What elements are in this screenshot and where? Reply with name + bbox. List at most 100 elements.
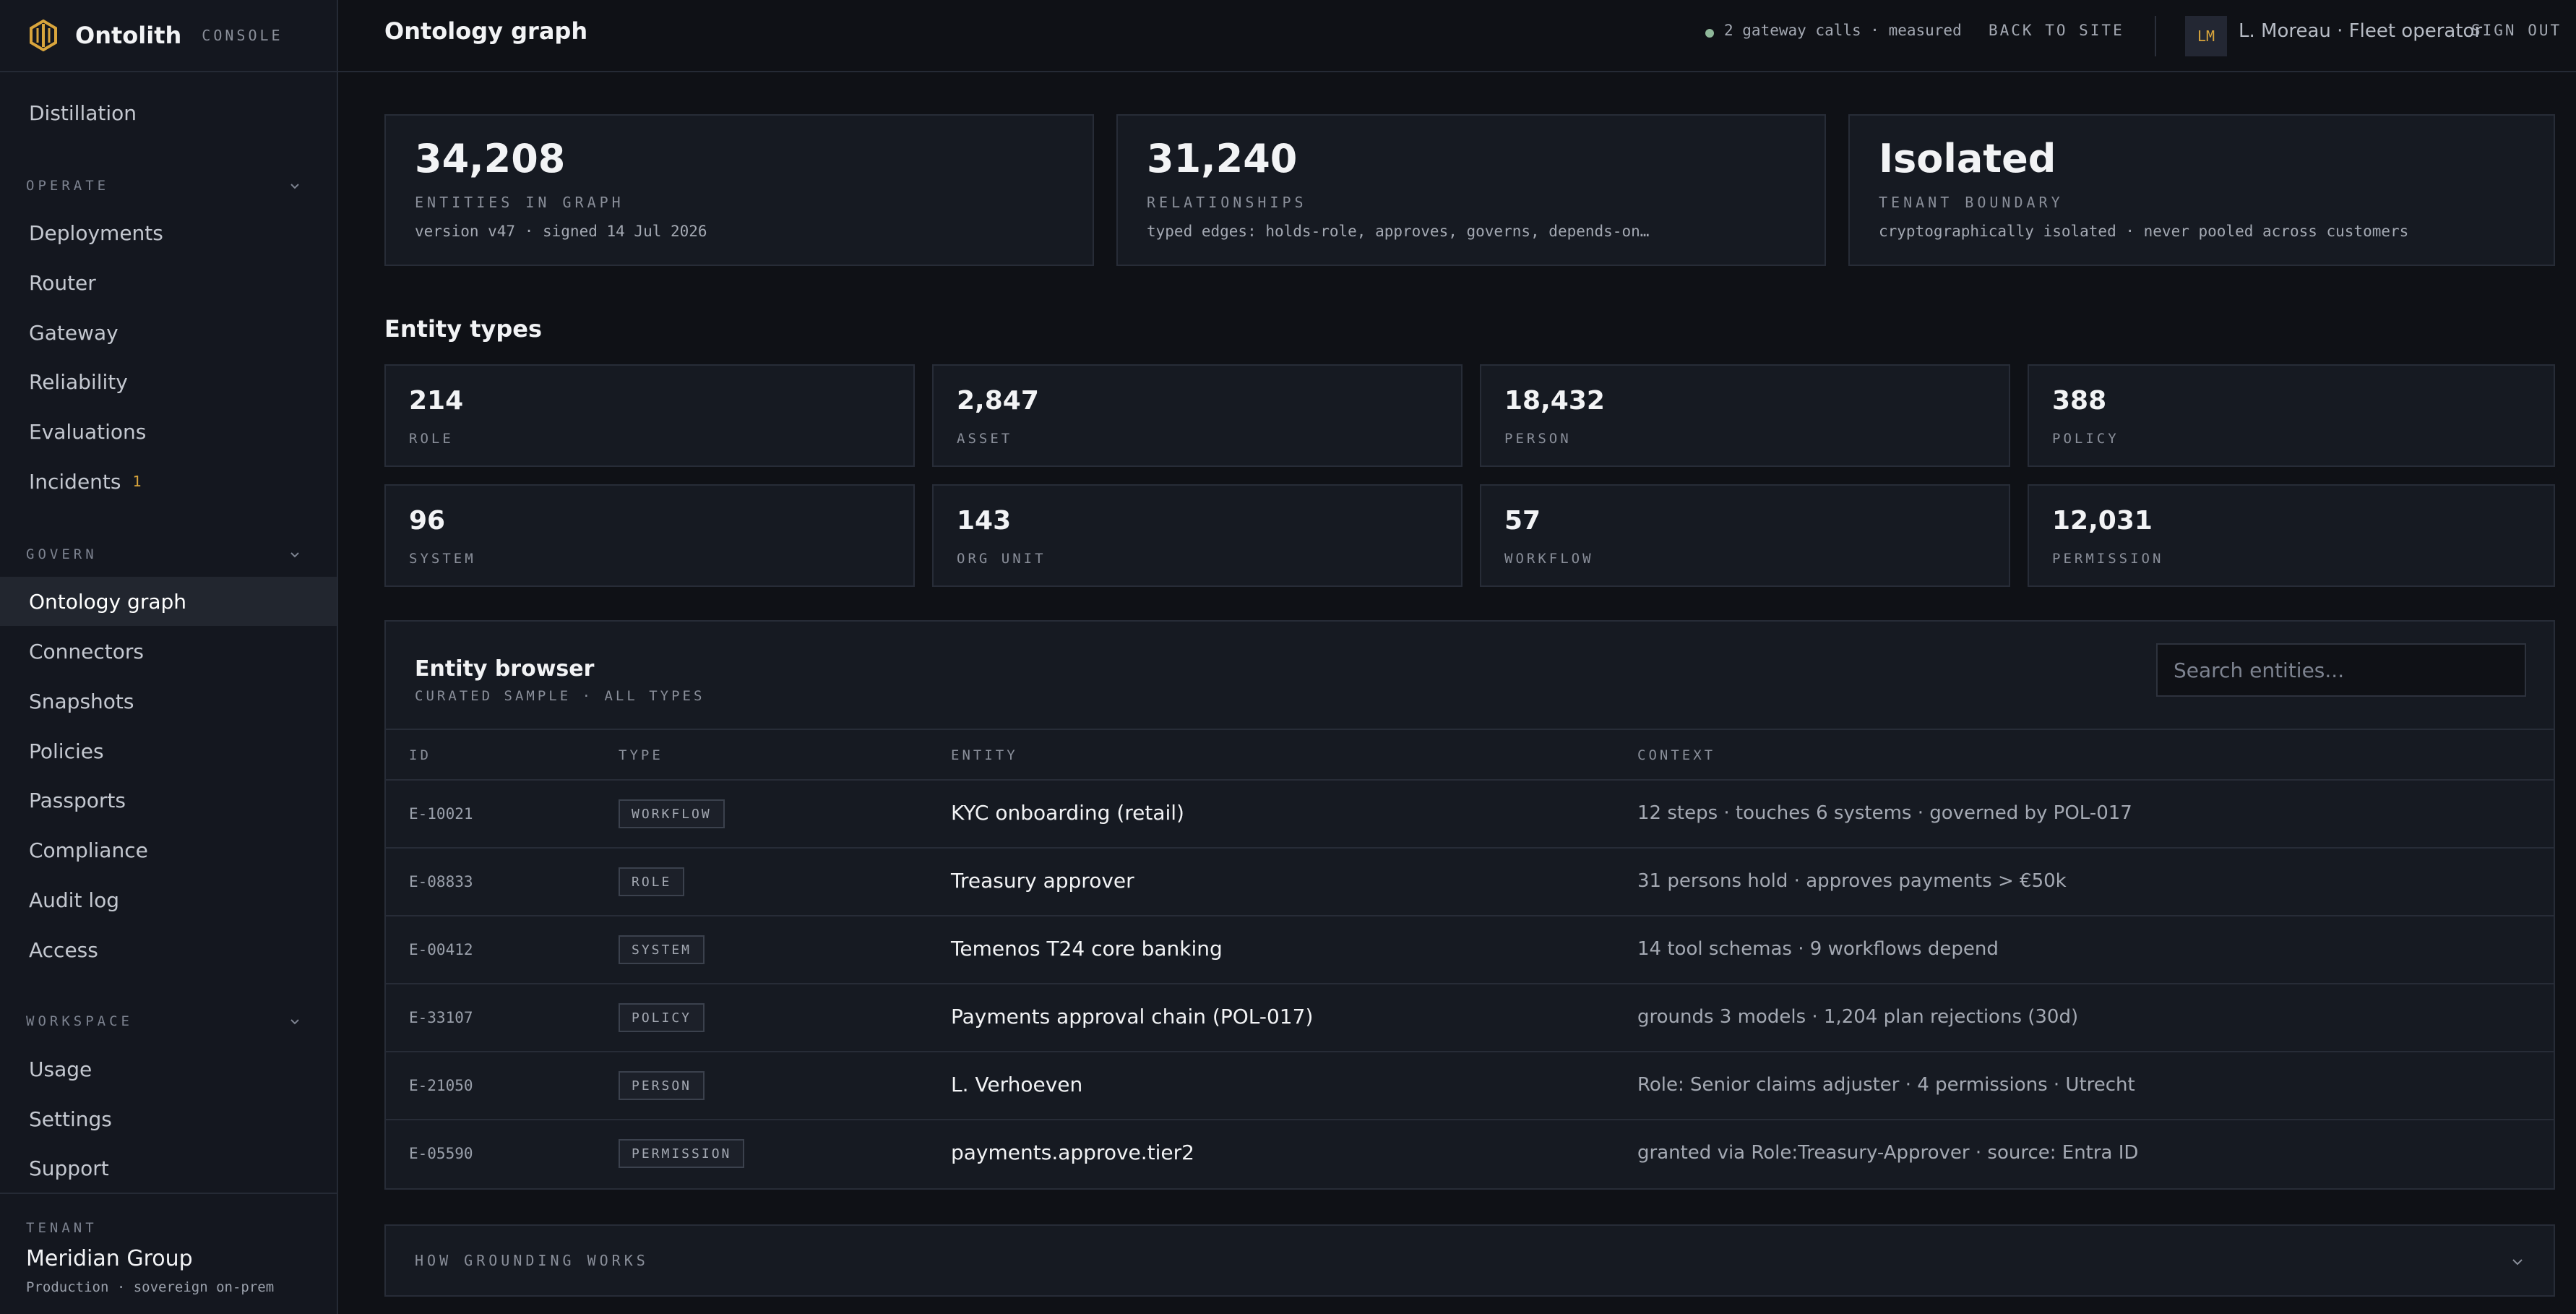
- entity-type-card-role[interactable]: 214 ROLE: [384, 364, 915, 467]
- back-to-site-link[interactable]: BACK TO SITE: [1989, 22, 2124, 39]
- entity-type-card-workflow[interactable]: 57 WORKFLOW: [1480, 484, 2010, 587]
- sidebar-item-label: Connectors: [29, 639, 145, 664]
- sidebar-item-usage[interactable]: Usage: [0, 1044, 337, 1094]
- column-header-id[interactable]: ID: [409, 747, 431, 763]
- entity-browser-subtitle: CURATED SAMPLE · ALL TYPES: [415, 688, 705, 704]
- tenant-switcher[interactable]: TENANT Meridian Group Production · sover…: [0, 1193, 337, 1314]
- entity-type-card-asset[interactable]: 2,847 ASSET: [932, 364, 1463, 467]
- sidebar-item-policies[interactable]: Policies: [0, 726, 337, 776]
- sidebar-item-incidents[interactable]: Incidents 1: [0, 457, 337, 506]
- sidebar-item-deployments[interactable]: Deployments: [0, 208, 337, 257]
- sidebar-item-connectors[interactable]: Connectors: [0, 627, 337, 676]
- table-row[interactable]: E-00412 SYSTEM Temenos T24 core banking …: [386, 916, 2554, 984]
- sidebar-item-label: Support: [29, 1156, 109, 1180]
- avatar[interactable]: LM: [2185, 16, 2227, 56]
- sidebar-item-ontology-graph[interactable]: Ontology graph: [0, 577, 337, 626]
- table-row[interactable]: E-10021 WORKFLOW KYC onboarding (retail)…: [386, 781, 2554, 849]
- sidebar-item-reliability[interactable]: Reliability: [0, 357, 337, 406]
- how-grounding-works-accordion[interactable]: HOW GROUNDING WORKS: [384, 1224, 2555, 1297]
- search-input[interactable]: [2156, 643, 2526, 697]
- sidebar-item-label: Deployments: [29, 220, 163, 245]
- stat-label: RELATIONSHIPS: [1147, 194, 1307, 211]
- sidebar-item-snapshots[interactable]: Snapshots: [0, 677, 337, 726]
- stat-label: TENANT BOUNDARY: [1879, 194, 2064, 211]
- column-header-context[interactable]: CONTEXT: [1637, 747, 1715, 763]
- chevron-down-icon: [290, 1019, 299, 1025]
- entity-id: E-08833: [409, 873, 473, 890]
- sidebar-item-support[interactable]: Support: [0, 1143, 337, 1193]
- entity-type-count: 12,031: [2052, 506, 2153, 536]
- sidebar-item-compliance[interactable]: Compliance: [0, 825, 337, 875]
- entity-type-name: ASSET: [957, 431, 1013, 447]
- entity-type-tag: PERMISSION: [619, 1139, 745, 1168]
- stat-card-tenant-boundary: Isolated TENANT BOUNDARY cryptographical…: [1848, 114, 2555, 266]
- sign-out-button[interactable]: SIGN OUT: [2471, 22, 2562, 39]
- entity-type-count: 143: [957, 506, 1012, 536]
- section-govern[interactable]: GOVERN: [26, 544, 301, 565]
- entity-id: E-33107: [409, 1009, 473, 1026]
- chevron-down-icon: [2512, 1259, 2523, 1266]
- table-row[interactable]: E-08833 ROLE Treasury approver 31 person…: [386, 849, 2554, 916]
- entity-type-tag: WORKFLOW: [619, 799, 725, 828]
- table-row[interactable]: E-33107 POLICY Payments approval chain (…: [386, 984, 2554, 1052]
- sidebar-item-audit-log[interactable]: Audit log: [0, 875, 337, 924]
- status-dot-icon: [1705, 29, 1714, 38]
- entity-name: L. Verhoeven: [951, 1073, 1083, 1096]
- entity-type-card-org-unit[interactable]: 143 ORG UNIT: [932, 484, 1463, 587]
- sidebar-item-passports[interactable]: Passports: [0, 776, 337, 825]
- sidebar-item-access[interactable]: Access: [0, 925, 337, 974]
- accordion-label: HOW GROUNDING WORKS: [415, 1252, 649, 1269]
- ontolith-logo-icon: [30, 20, 57, 51]
- sidebar-item-gateway[interactable]: Gateway: [0, 308, 337, 357]
- entity-id: E-10021: [409, 805, 473, 823]
- topbar: Ontology graph 2 gateway calls · measure…: [338, 0, 2576, 72]
- entity-type-name: ROLE: [409, 431, 454, 447]
- table-row[interactable]: E-05590 PERMISSION payments.approve.tier…: [386, 1120, 2554, 1188]
- sidebar-item-label: Reliability: [29, 369, 128, 394]
- sidebar-item-label: Compliance: [29, 838, 148, 862]
- stat-card-relationships: 31,240 RELATIONSHIPS typed edges: holds-…: [1116, 114, 1826, 266]
- page-title: Ontology graph: [384, 17, 588, 45]
- entity-type-card-person[interactable]: 18,432 PERSON: [1480, 364, 2010, 467]
- entity-context: 31 persons hold · approves payments > €5…: [1637, 870, 2067, 892]
- entity-name: Temenos T24 core banking: [951, 937, 1223, 961]
- entity-type-count: 18,432: [1504, 386, 1605, 416]
- section-label: OPERATE: [26, 178, 110, 194]
- stat-value: 31,240: [1147, 136, 1298, 181]
- chevron-down-icon: [290, 552, 299, 558]
- table-row[interactable]: E-21050 PERSON L. Verhoeven Role: Senior…: [386, 1052, 2554, 1120]
- incidents-count-badge: 1: [132, 473, 142, 490]
- sidebar-item-label: Audit log: [29, 888, 120, 912]
- sidebar-item-label: Router: [29, 270, 96, 295]
- entity-type-card-system[interactable]: 96 SYSTEM: [384, 484, 915, 587]
- entity-type-card-policy[interactable]: 388 POLICY: [2028, 364, 2555, 467]
- sidebar-item-evaluations[interactable]: Evaluations: [0, 407, 337, 456]
- section-operate[interactable]: OPERATE: [26, 175, 301, 197]
- sidebar-item-distillation[interactable]: Distillation: [0, 88, 337, 137]
- entity-id: E-21050: [409, 1077, 473, 1094]
- entity-type-count: 2,847: [957, 386, 1039, 416]
- column-header-entity[interactable]: ENTITY: [951, 747, 1018, 763]
- sidebar-item-router[interactable]: Router: [0, 258, 337, 307]
- entity-type-count: 96: [409, 506, 446, 536]
- entity-type-name: SYSTEM: [409, 551, 476, 567]
- entity-type-count: 214: [409, 386, 464, 416]
- section-label: WORKSPACE: [26, 1013, 133, 1029]
- brand[interactable]: Ontolith CONSOLE: [0, 0, 337, 72]
- stat-subtext: typed edges: holds-role, approves, gover…: [1147, 223, 1650, 240]
- brand-name: Ontolith: [75, 22, 182, 49]
- sidebar-item-settings[interactable]: Settings: [0, 1094, 337, 1143]
- section-label: GOVERN: [26, 546, 98, 562]
- entity-context: 14 tool schemas · 9 workflows depend: [1637, 938, 1999, 960]
- section-workspace[interactable]: WORKSPACE: [26, 1010, 301, 1032]
- entity-type-card-permission[interactable]: 12,031 PERMISSION: [2028, 484, 2555, 587]
- stat-label: ENTITIES IN GRAPH: [415, 194, 624, 211]
- entity-type-tag: ROLE: [619, 867, 685, 896]
- divider: [2155, 16, 2156, 56]
- entity-context: 12 steps · touches 6 systems · governed …: [1637, 802, 2132, 824]
- entity-name: payments.approve.tier2: [951, 1141, 1194, 1164]
- sidebar-item-label: Incidents: [29, 469, 121, 494]
- stat-subtext: version v47 · signed 14 Jul 2026: [415, 223, 707, 240]
- entity-context: granted via Role:Treasury-Approver · sou…: [1637, 1142, 2139, 1164]
- column-header-type[interactable]: TYPE: [619, 747, 663, 763]
